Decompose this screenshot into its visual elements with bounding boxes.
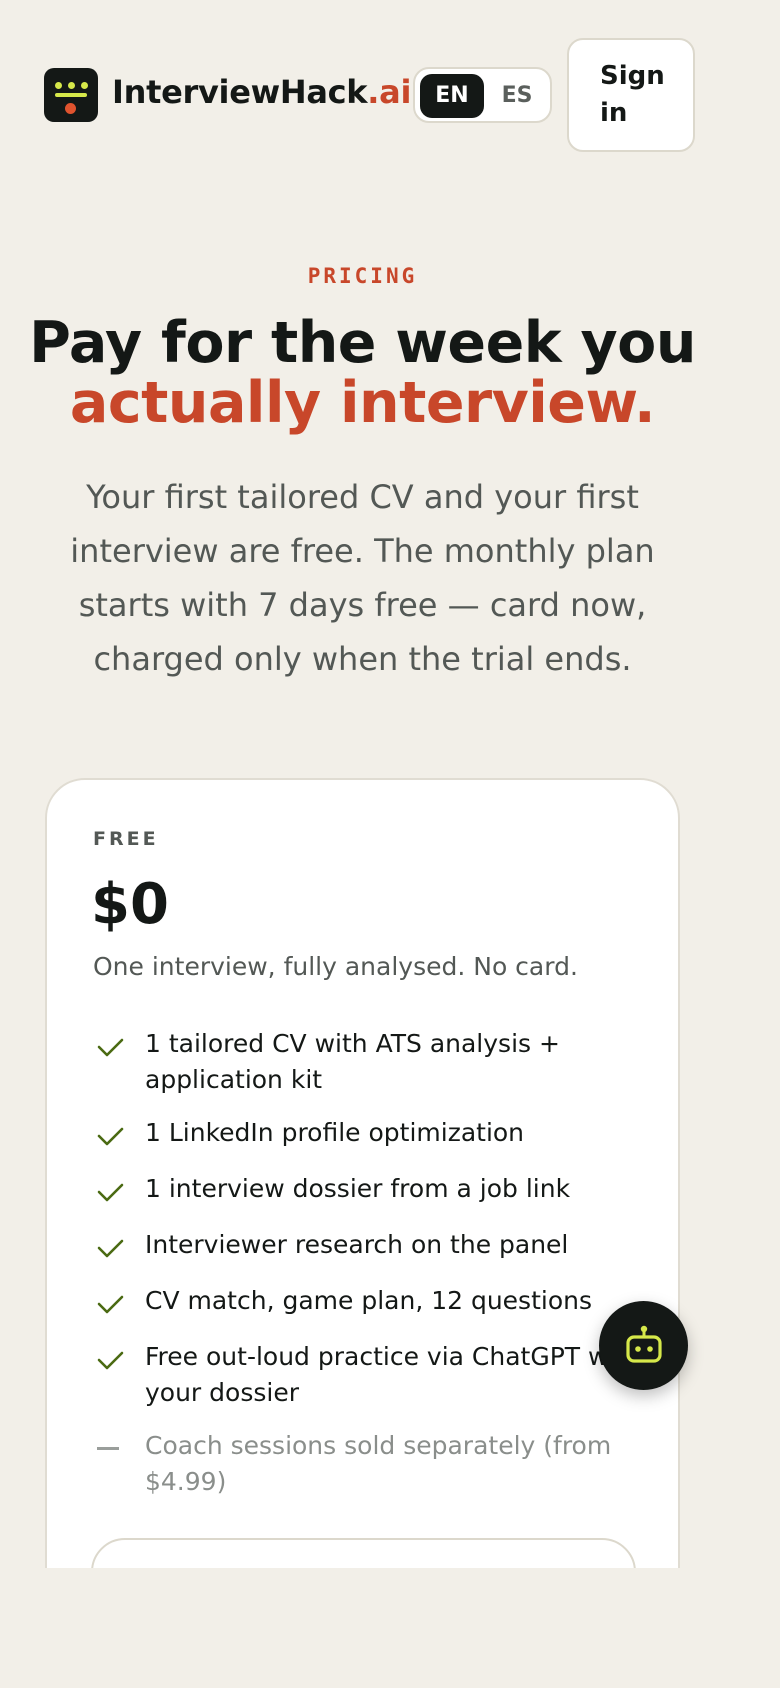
hero-subtext: Your first tailored CV and your first in… [70, 478, 655, 678]
logo-icon[interactable] [44, 68, 98, 122]
feature-item: 1 tailored CV with ATS analysis + applic… [93, 1026, 643, 1098]
dash-icon [97, 1447, 119, 1450]
page-title: Pay for the week you actually interview. [0, 313, 725, 433]
brand-name[interactable]: InterviewHack.ai [112, 72, 411, 112]
language-toggle: EN ES [413, 67, 552, 123]
feature-item: 1 interview dossier from a job link [93, 1171, 643, 1207]
check-icon [97, 1183, 124, 1202]
site-header: InterviewHack.ai EN ES Sign in [0, 0, 725, 190]
check-icon [97, 1127, 124, 1146]
feature-list: 1 tailored CV with ATS analysis + applic… [93, 1026, 643, 1500]
plan-tagline: One interview, fully analysed. No card. [93, 952, 578, 981]
robot-icon [626, 1325, 662, 1363]
sign-in-button[interactable]: Sign in [567, 38, 695, 152]
plan-tier: FREE [93, 828, 159, 850]
lang-en-button[interactable]: EN [420, 74, 484, 118]
headline-line1: Pay for the week you [29, 310, 696, 376]
feature-item-excluded: Coach sessions sold separately (from $4.… [93, 1428, 643, 1500]
feature-item: CV match, game plan, 12 questions [93, 1283, 643, 1319]
feature-item: Interviewer research on the panel [93, 1227, 643, 1263]
check-icon [97, 1295, 124, 1314]
feature-item: 1 LinkedIn profile optimization [93, 1115, 643, 1151]
plan-price: $0 [91, 872, 169, 937]
pricing-page: InterviewHack.ai EN ES Sign in PRICING P… [0, 0, 725, 1568]
feature-item: Free out-loud practice via ChatGPT with … [93, 1339, 643, 1411]
check-icon [97, 1351, 124, 1370]
plan-cta-button[interactable] [91, 1538, 636, 1568]
lang-es-button[interactable]: ES [485, 74, 549, 118]
headline-line2: actually interview. [69, 370, 656, 436]
plan-card-free: FREE $0 One interview, fully analysed. N… [45, 778, 680, 1568]
check-icon [97, 1038, 124, 1057]
assistant-fab-button[interactable] [599, 1301, 688, 1390]
check-icon [97, 1239, 124, 1258]
section-eyebrow: PRICING [307, 264, 418, 288]
